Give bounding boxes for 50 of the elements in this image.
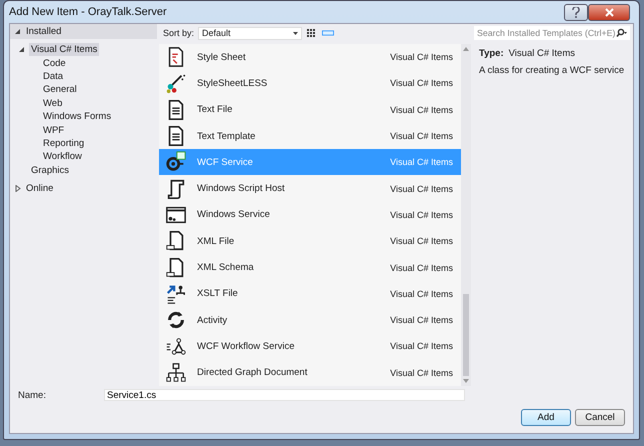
transform-icon bbox=[165, 282, 187, 305]
close-button[interactable] bbox=[588, 4, 630, 20]
search-icon[interactable] bbox=[616, 28, 627, 38]
tree-item[interactable]: Visual C# Items bbox=[29, 43, 100, 56]
template-row[interactable]: Style Sheet Visual C# Items bbox=[159, 44, 461, 70]
template-row[interactable]: Windows Script Host Visual C# Items bbox=[159, 175, 461, 202]
expand-arrow-icon[interactable] bbox=[14, 184, 21, 192]
close-icon bbox=[604, 8, 614, 16]
collapse-arrow-icon[interactable] bbox=[18, 46, 25, 54]
template-row[interactable]: Text File Visual C# Items bbox=[159, 96, 461, 123]
flowchart-icon bbox=[165, 335, 187, 358]
tree-item[interactable]: Data bbox=[41, 70, 66, 83]
question-mark-icon bbox=[572, 6, 580, 18]
scroll-icon bbox=[165, 178, 187, 200]
tree-item[interactable]: WPF bbox=[41, 124, 66, 137]
tree-item[interactable]: General bbox=[41, 83, 79, 96]
tree-section-header[interactable]: Installed bbox=[10, 24, 157, 39]
dropdown-caret-icon bbox=[293, 32, 298, 34]
tree-item[interactable]: Workflow bbox=[41, 150, 84, 164]
default-button[interactable]: Add bbox=[521, 409, 571, 426]
template-row[interactable]: WCF Workflow Service Visual C# Items bbox=[159, 333, 461, 360]
tree-section-header[interactable]: Online bbox=[10, 180, 157, 196]
tree-item[interactable]: Web bbox=[41, 96, 64, 110]
template-row[interactable]: Text Template Visual C# Items bbox=[159, 122, 461, 150]
cycle-icon bbox=[165, 309, 187, 332]
type-label: Type: bbox=[479, 48, 504, 59]
gear-icon bbox=[165, 151, 187, 174]
tree-item[interactable]: Code bbox=[41, 56, 68, 70]
search-field[interactable]: Search Installed Templates (Ctrl+E) bbox=[474, 26, 630, 40]
window-title: Add New Item - OrayTalk.Server bbox=[9, 6, 168, 18]
template-row[interactable]: XSLT File Visual C# Items bbox=[159, 280, 461, 307]
name-field[interactable]: Service1.cs bbox=[104, 389, 465, 401]
template-row[interactable]: Windows Service Visual C# Items bbox=[159, 202, 461, 228]
template-row[interactable]: Activity Visual C# Items bbox=[159, 306, 461, 334]
help-button[interactable] bbox=[564, 4, 588, 20]
template-row[interactable]: StyleSheetLESS Visual C# Items bbox=[159, 70, 461, 97]
tree-item[interactable]: Reporting bbox=[41, 136, 86, 150]
type-value: Visual C# Items bbox=[508, 48, 575, 59]
sort-dropdown[interactable]: Default bbox=[198, 26, 302, 40]
name-label: Name: bbox=[17, 390, 47, 400]
sort-label: Sort by: bbox=[163, 28, 194, 38]
template-description: A class for creating a WCF service bbox=[479, 65, 625, 76]
tree-item[interactable]: Windows Forms bbox=[41, 110, 114, 124]
template-row[interactable]: XML File Visual C# Items bbox=[159, 228, 461, 254]
template-row[interactable]: XML Schema Visual C# Items bbox=[159, 254, 461, 281]
dialog-button[interactable]: Cancel bbox=[575, 409, 625, 426]
brush-icon bbox=[165, 72, 187, 94]
template-row[interactable]: Directed Graph Document Visual C# Items bbox=[159, 360, 461, 386]
tree-item[interactable]: Graphics bbox=[29, 164, 72, 177]
collapse-arrow-icon[interactable] bbox=[14, 28, 21, 35]
